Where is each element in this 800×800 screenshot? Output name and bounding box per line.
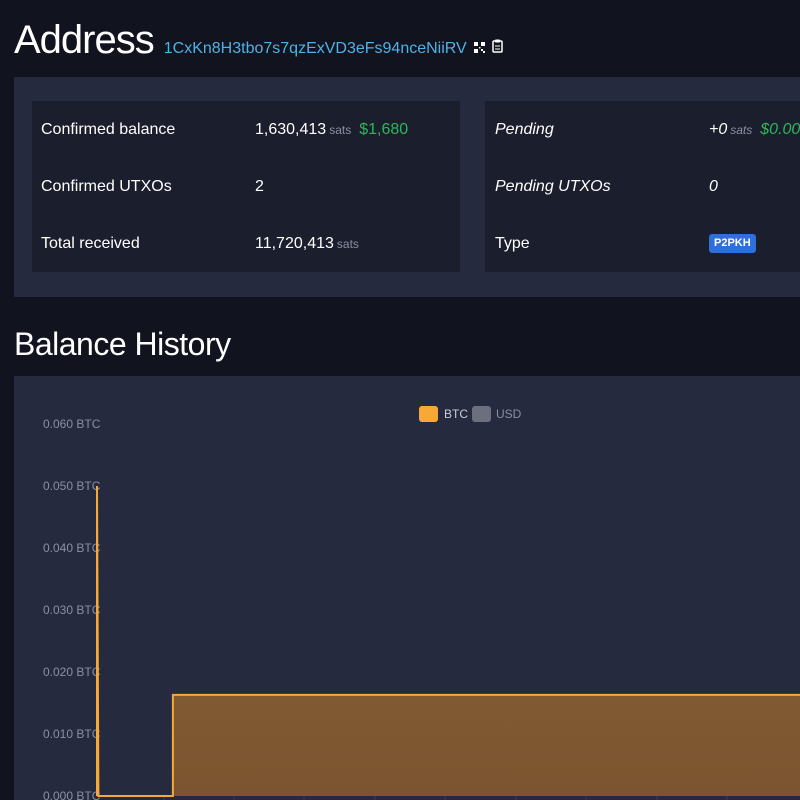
address-summary-card: Confirmed balance 1,630,413 sats $1,680 Co… bbox=[14, 77, 800, 297]
pending-utxos-row: Pending UTXOs 0 bbox=[485, 158, 800, 215]
type-label: Type bbox=[495, 235, 530, 252]
address-type-badge: P2PKH bbox=[709, 234, 756, 254]
pending-value: +0 sats $0.00 bbox=[709, 101, 800, 158]
confirmed-utxos-value: 2 bbox=[255, 178, 264, 195]
clipboard-icon[interactable] bbox=[491, 39, 503, 58]
balance-chart-svg: BTC USD 0.060 BTC 0.050 BTC 0.040 BTC 0.030… bbox=[43, 406, 800, 800]
type-value: P2PKH bbox=[709, 215, 756, 272]
balance-history-title: Balance History bbox=[14, 326, 231, 362]
chart-legend: BTC USD bbox=[419, 406, 522, 422]
address-link[interactable]: 1CxKn8H3tbo7s7qzExVD3eFs94nceNiiRV bbox=[164, 40, 467, 58]
total-received-label: Total received bbox=[41, 235, 140, 252]
x-axis-ticks bbox=[163, 796, 728, 800]
sats-unit: sats bbox=[730, 123, 753, 137]
address-header: Address 1CxKn8H3tbo7s7qzExVD3eFs94nceNii… bbox=[14, 18, 503, 63]
sats-unit: sats bbox=[329, 123, 352, 137]
pending-label: Pending bbox=[495, 121, 554, 138]
confirmed-utxos-row: Confirmed UTXOs 2 bbox=[32, 158, 460, 215]
pending-row: Pending +0 sats $0.00 bbox=[485, 101, 800, 158]
plot-area bbox=[96, 485, 800, 797]
pending-fiat: $0.00 bbox=[760, 121, 800, 138]
pending-utxos-label: Pending UTXOs bbox=[495, 178, 611, 195]
confirmed-balance-amount: 1,630,413 bbox=[255, 121, 327, 138]
total-received-row: Total received 11,720,413 sats bbox=[32, 215, 460, 272]
btc-series-area bbox=[97, 486, 800, 796]
confirmed-balance-fiat: $1,680 bbox=[359, 121, 409, 138]
page-title: Address bbox=[14, 18, 155, 62]
y-tick-label: 0.020 BTC bbox=[43, 665, 101, 679]
total-received-amount: 11,720,413 bbox=[255, 235, 334, 252]
y-tick-label: 0.010 BTC bbox=[43, 727, 101, 741]
total-received-value: 11,720,413 sats bbox=[255, 215, 359, 272]
confirmed-utxos-label: Confirmed UTXOs bbox=[41, 178, 172, 195]
type-row: Type P2PKH bbox=[485, 215, 800, 272]
y-tick-label: 0.040 BTC bbox=[43, 541, 101, 555]
pending-amount: +0 bbox=[709, 121, 728, 138]
qr-code-icon[interactable] bbox=[473, 40, 485, 58]
y-tick-label: 0.000 BTC bbox=[43, 789, 101, 800]
y-tick-label: 0.030 BTC bbox=[43, 603, 101, 617]
pending-utxos-value: 0 bbox=[709, 178, 718, 195]
confirmed-balance-label: Confirmed balance bbox=[41, 121, 176, 138]
y-tick-label: 0.050 BTC bbox=[43, 479, 101, 493]
y-tick-label: 0.060 BTC bbox=[43, 417, 101, 431]
sats-unit: sats bbox=[336, 237, 359, 251]
legend-btc-swatch[interactable] bbox=[419, 406, 438, 422]
balance-history-chart: BTC USD 0.060 BTC 0.050 BTC 0.040 BTC 0.030… bbox=[14, 376, 800, 800]
legend-btc-label[interactable]: BTC bbox=[444, 407, 468, 421]
confirmed-balance-value: 1,630,413 sats $1,680 bbox=[255, 101, 408, 158]
legend-usd-swatch[interactable] bbox=[472, 406, 491, 422]
confirmed-balance-row: Confirmed balance 1,630,413 sats $1,680 bbox=[32, 101, 460, 158]
y-axis: 0.060 BTC 0.050 BTC 0.040 BTC 0.030 BTC 0.02… bbox=[43, 417, 101, 800]
legend-usd-label[interactable]: USD bbox=[496, 407, 522, 421]
